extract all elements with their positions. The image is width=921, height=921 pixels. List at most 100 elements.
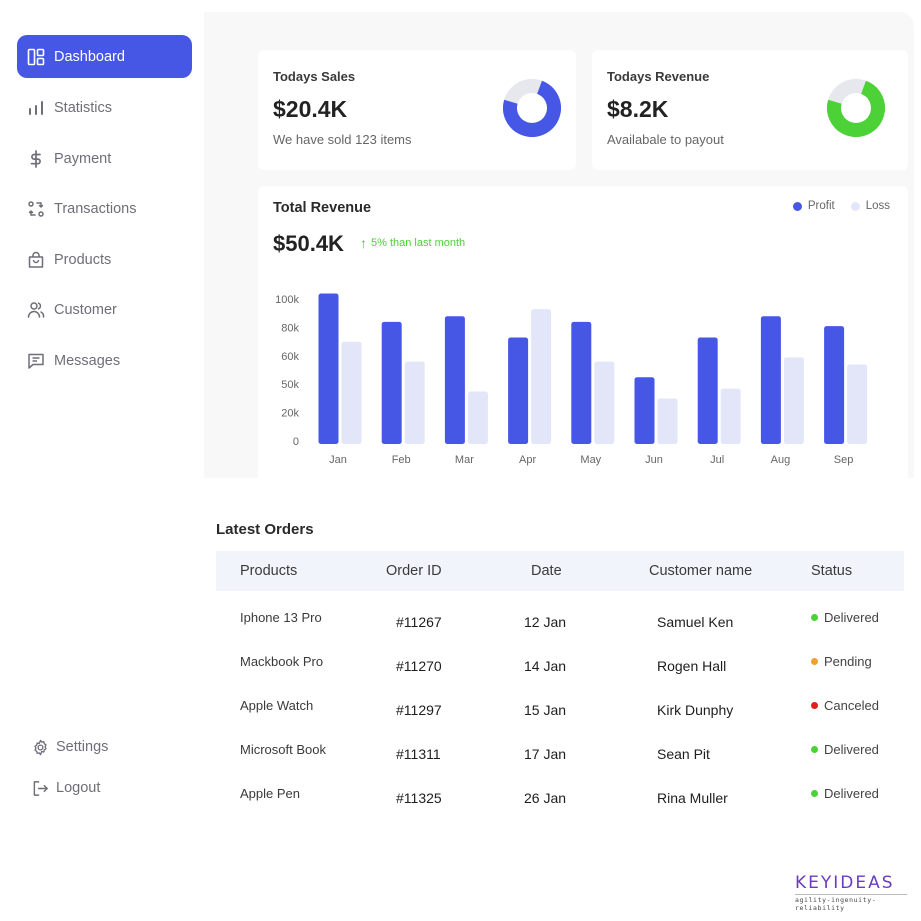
status-dot-icon	[811, 614, 818, 621]
gear-icon	[32, 739, 49, 756]
bar-loss-aug[interactable]	[783, 357, 804, 444]
bar-profit-jul[interactable]	[697, 337, 718, 445]
table-row[interactable]: Microsoft Book #11311 17 Jan Sean Pit Delive…	[216, 742, 904, 766]
sidebar-item-label: Payment	[54, 150, 112, 167]
order-date: 26 Jan	[524, 790, 567, 806]
status-dot-icon	[811, 790, 818, 797]
bar-profit-feb[interactable]	[381, 321, 402, 444]
customer-name: Rina Muller	[657, 790, 728, 806]
sidebar-item-transactions[interactable]: Transactions	[17, 187, 192, 230]
dashboard-icon	[27, 48, 45, 66]
sidebar: Dashboard Statistics Payment Transaction…	[0, 0, 204, 921]
card-title: Todays Sales	[273, 69, 356, 84]
product-name: Apple Pen	[240, 786, 300, 801]
status-badge: Delivered	[811, 610, 879, 625]
sidebar-item-label: Transactions	[54, 200, 137, 217]
y-tick-label: 0	[293, 436, 299, 448]
status-badge: Delivered	[811, 786, 879, 801]
orders-title: Latest Orders	[216, 521, 314, 538]
bar-loss-apr[interactable]	[531, 309, 552, 444]
product-name: Microsoft Book	[240, 742, 326, 757]
message-icon	[27, 352, 45, 370]
order-id: #11311	[396, 746, 441, 762]
sidebar-item-statistics[interactable]: Statistics	[17, 86, 192, 129]
sidebar-item-label: Messages	[54, 352, 121, 369]
product-name: Iphone 13 Pro	[240, 610, 322, 625]
x-tick-label: May	[580, 454, 601, 466]
column-header-products: Products	[240, 563, 298, 579]
column-header-status: Status	[811, 563, 853, 579]
status-badge: Canceled	[811, 698, 879, 713]
card-value: $20.4K	[273, 96, 348, 122]
status-dot-icon	[811, 746, 818, 753]
order-date: 14 Jan	[524, 658, 567, 674]
legend-item-profit[interactable]: Profit	[792, 200, 835, 212]
order-date: 12 Jan	[524, 614, 567, 630]
x-tick-label: Apr	[519, 454, 536, 466]
x-tick-label: Feb	[392, 454, 411, 466]
legend-label: Profit	[807, 200, 835, 212]
status-label: Delivered	[824, 742, 879, 757]
bar-profit-may[interactable]	[571, 321, 592, 444]
x-tick-label: Mar	[455, 454, 474, 466]
chart-legend: Profit Loss	[777, 200, 890, 212]
card-title: Todays Revenue	[607, 69, 710, 84]
sidebar-item-dashboard[interactable]: Dashboard	[17, 35, 192, 78]
sidebar-item-payment[interactable]: Payment	[17, 137, 192, 180]
order-date: 15 Jan	[524, 702, 567, 718]
sales-donut-chart	[503, 79, 561, 137]
logout-icon	[32, 780, 49, 797]
divider	[795, 894, 907, 895]
sidebar-item-settings[interactable]: Settings	[32, 735, 108, 759]
todays-revenue-card: Todays Revenue $8.2K Availabale to payou…	[592, 50, 908, 170]
bar-loss-jun[interactable]	[657, 398, 678, 444]
bar-profit-jan[interactable]	[318, 293, 339, 444]
todays-sales-card: Todays Sales $20.4K We have sold 123 ite…	[258, 50, 576, 170]
legend-dot	[850, 201, 860, 211]
sidebar-item-customer[interactable]: Customer	[17, 288, 192, 331]
brand-tagline: agility-ingenuity-reliability	[795, 896, 877, 912]
x-tick-label: Aug	[771, 454, 791, 466]
y-tick-label: 50k	[281, 379, 299, 391]
table-row[interactable]: Apple Pen #11325 26 Jan Rina Muller Delivere…	[216, 786, 904, 810]
column-header-date: Date	[531, 563, 562, 579]
column-header-customer: Customer name	[649, 563, 753, 579]
order-id: #11325	[396, 790, 442, 806]
sidebar-item-products[interactable]: Products	[17, 238, 192, 281]
brand-name: KEYIDEAS	[795, 873, 895, 893]
legend-item-loss[interactable]: Loss	[850, 200, 890, 212]
bar-loss-mar[interactable]	[467, 391, 488, 444]
customer-name: Samuel Ken	[657, 614, 734, 630]
bar-loss-feb[interactable]	[404, 361, 425, 444]
status-label: Pending	[824, 654, 872, 669]
bar-chart-icon	[27, 99, 45, 117]
shopping-bag-icon	[27, 251, 45, 269]
arrow-up-icon: ↑	[360, 235, 367, 251]
status-badge: Pending	[811, 654, 872, 669]
sidebar-item-logout[interactable]: Logout	[32, 776, 100, 800]
status-dot-icon	[811, 702, 818, 709]
bar-profit-jun[interactable]	[634, 377, 655, 444]
bar-loss-jan[interactable]	[341, 341, 362, 444]
bar-loss-may[interactable]	[594, 361, 615, 444]
bar-profit-apr[interactable]	[508, 337, 529, 445]
bar-loss-sep[interactable]	[847, 364, 868, 444]
dollar-icon	[27, 149, 45, 168]
bar-profit-sep[interactable]	[824, 326, 845, 444]
transactions-icon	[27, 200, 45, 218]
bar-profit-mar[interactable]	[444, 316, 465, 444]
delta-text: 5% than last month	[371, 237, 466, 249]
total-revenue-title: Total Revenue	[273, 200, 372, 216]
order-id: #11270	[396, 658, 442, 674]
sidebar-item-label: Logout	[56, 780, 101, 796]
table-row[interactable]: Mackbook Pro #11270 14 Jan Rogen Hall Pendin…	[216, 654, 904, 678]
table-row[interactable]: Iphone 13 Pro #11267 12 Jan Samuel Ken Deliv…	[216, 610, 904, 634]
sidebar-item-messages[interactable]: Messages	[17, 339, 192, 382]
order-date: 17 Jan	[524, 746, 567, 762]
customer-name: Sean Pit	[657, 746, 710, 762]
bar-loss-jul[interactable]	[720, 388, 741, 444]
table-row[interactable]: Apple Watch #11297 15 Jan Kirk Dunphy Cancel…	[216, 698, 904, 722]
bar-profit-aug[interactable]	[760, 316, 781, 444]
orders-table-header: Products Order ID Date Customer name Sta…	[216, 551, 904, 591]
card-subtitle: We have sold 123 items	[273, 132, 412, 147]
